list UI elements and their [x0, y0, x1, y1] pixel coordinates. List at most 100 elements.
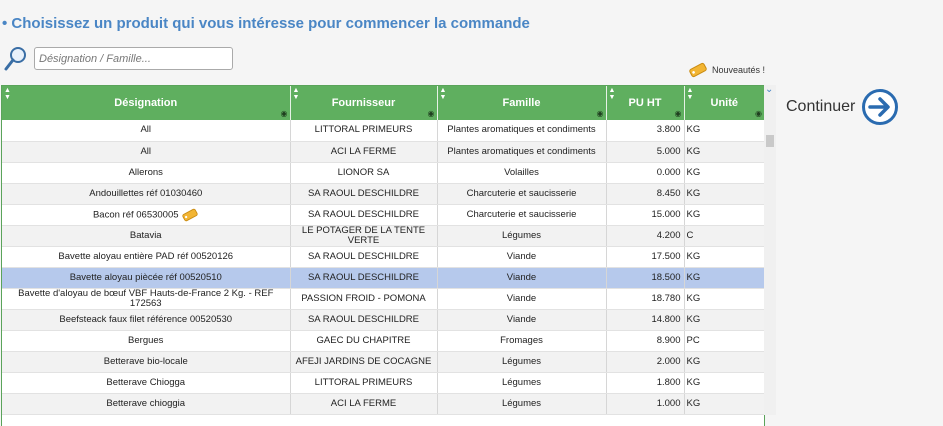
- filter-icon[interactable]: ◉: [597, 110, 604, 118]
- column-header-fournisseur[interactable]: ▲ ▼ Fournisseur ◉: [290, 86, 438, 120]
- table-row[interactable]: Bergues GAEC DU CHAPITRE Fromages 8.900 PC: [2, 330, 764, 352]
- cell-text: KG: [686, 271, 701, 283]
- cell-text: 15.000: [651, 208, 681, 220]
- family-cell: Viande: [437, 267, 607, 289]
- continue-label: Continuer: [786, 98, 856, 115]
- table-row[interactable]: Bavette aloyau piècée réf 00520510 SA RAO…: [2, 267, 764, 289]
- supplier-cell: SA RAOUL DESCHILDRE: [290, 183, 438, 205]
- table-row[interactable]: Bavette d'aloyau de bœuf VBF Hauts-de-Fr…: [2, 288, 764, 310]
- cell-text: KG: [686, 187, 701, 199]
- unit-cell: KG: [684, 267, 764, 289]
- cell-text: PASSION FROID - POMONA: [301, 292, 426, 304]
- filter-icon[interactable]: ◉: [428, 110, 435, 118]
- filter-icon[interactable]: ◉: [755, 110, 762, 118]
- product-grid: ▲ ▼ Désignation ◉ ▲ ▼ Fournisseur ◉ ▲ ▼ Famille ◉…: [1, 85, 765, 426]
- price-cell: 4.200: [606, 225, 685, 247]
- table-row[interactable]: All ACI LA FERME Plantes aromatiques et co…: [2, 141, 764, 163]
- cell-text: Charcuterie et saucisserie: [466, 187, 577, 199]
- sort-icon[interactable]: ▲ ▼: [293, 87, 300, 101]
- cell-text: KG: [686, 208, 701, 220]
- price-cell: 1.000: [606, 393, 685, 415]
- cell-text: KG: [686, 250, 701, 262]
- cell-text: SA RAOUL DESCHILDRE: [307, 187, 420, 199]
- table-row[interactable]: Betterave chioggia ACI LA FERME Légumes 1.0…: [2, 393, 764, 415]
- table-row[interactable]: Andouillettes réf 01030460 SA RAOUL DESCH…: [2, 183, 764, 205]
- unit-cell: KG: [684, 246, 764, 268]
- designation-cell: Bavette aloyau entière PAD réf 00520126: [2, 246, 291, 268]
- cell-text: ACI LA FERME: [330, 145, 397, 157]
- cell-text: 0.000: [656, 166, 681, 178]
- chevron-down-icon[interactable]: ⌄: [765, 85, 773, 95]
- table-row[interactable]: Beefsteack faux filet référence 00520530…: [2, 309, 764, 331]
- price-cell: 1.800: [606, 372, 685, 394]
- cell-text: Légumes: [501, 397, 542, 409]
- cell-text: Légumes: [501, 229, 542, 241]
- price-cell: 15.000: [606, 204, 685, 226]
- arrow-right-icon[interactable]: [861, 88, 899, 126]
- cell-text: Plantes aromatiques et condiments: [447, 124, 596, 136]
- table-row[interactable]: Bavette aloyau entière PAD réf 00520126 S…: [2, 246, 764, 268]
- filter-icon[interactable]: ◉: [281, 110, 288, 118]
- cell-text: 14.800: [651, 313, 681, 325]
- supplier-cell: LITTORAL PRIMEURS: [290, 120, 438, 142]
- sort-icon[interactable]: ▲ ▼: [4, 87, 11, 101]
- column-header-pu-ht[interactable]: ▲ ▼ PU HT ◉: [606, 86, 685, 120]
- table-row[interactable]: Betterave bio-locale AFEJI JARDINS DE COC…: [2, 351, 764, 373]
- designation-cell: Bergues: [2, 330, 291, 352]
- cell-text: AFEJI JARDINS DE COCAGNE: [295, 355, 432, 367]
- supplier-cell: SA RAOUL DESCHILDRE: [290, 246, 438, 268]
- new-items-label: Nouveautés !: [712, 65, 766, 75]
- unit-cell: KG: [684, 288, 764, 310]
- designation-cell: All: [2, 120, 291, 142]
- cell-text: C: [686, 229, 694, 241]
- designation-cell: Bacon réf 06530005: [2, 204, 291, 226]
- price-cell: 2.000: [606, 351, 685, 373]
- cell-text: Batavia: [129, 229, 162, 241]
- cell-text: Légumes: [501, 376, 542, 388]
- unit-cell: KG: [684, 309, 764, 331]
- cell-text: Volailles: [504, 166, 539, 178]
- unit-cell: KG: [684, 204, 764, 226]
- cell-text: KG: [686, 313, 701, 325]
- cell-text: GAEC DU CHAPITRE: [316, 334, 411, 346]
- cell-text: 18.780: [651, 292, 681, 304]
- designation-cell: Andouillettes réf 01030460: [2, 183, 291, 205]
- family-cell: Légumes: [437, 351, 607, 373]
- cell-text: KG: [686, 397, 701, 409]
- cell-text: 8.450: [656, 187, 681, 199]
- grid-scrollbar[interactable]: ⌄: [764, 85, 776, 415]
- search-input[interactable]: [34, 47, 233, 70]
- unit-cell: KG: [684, 351, 764, 373]
- table-row[interactable]: Bacon réf 06530005 SA RAOUL DESCHILDRE Cha…: [2, 204, 764, 226]
- sort-icon[interactable]: ▲ ▼: [440, 87, 447, 101]
- price-cell: 3.800: [606, 120, 685, 142]
- supplier-cell: LE POTAGER DE LA TENTE VERTE: [290, 225, 438, 247]
- product-rows: All LITTORAL PRIMEURS Plantes aromatiques …: [2, 120, 764, 415]
- sort-icon[interactable]: ▲ ▼: [609, 87, 616, 101]
- table-row[interactable]: Batavia LE POTAGER DE LA TENTE VERTE Légum…: [2, 225, 764, 247]
- supplier-cell: ACI LA FERME: [290, 141, 438, 163]
- filter-icon[interactable]: ◉: [675, 110, 682, 118]
- column-header-designation[interactable]: ▲ ▼ Désignation ◉: [2, 86, 291, 120]
- cell-text: 4.200: [656, 229, 681, 241]
- cell-text: SA RAOUL DESCHILDRE: [307, 208, 420, 220]
- cell-text: Bavette d'aloyau de bœuf VBF Hauts-de-Fr…: [18, 288, 274, 309]
- supplier-cell: LITTORAL PRIMEURS: [290, 372, 438, 394]
- scroll-thumb[interactable]: [766, 135, 774, 147]
- family-cell: Légumes: [437, 393, 607, 415]
- column-header-unite[interactable]: ▲ ▼ Unité ◉: [684, 86, 764, 120]
- cell-text: Betterave bio-locale: [103, 355, 188, 367]
- table-row[interactable]: Allerons LIONOR SA Volailles 0.000 KG: [2, 162, 764, 184]
- supplier-cell: GAEC DU CHAPITRE: [290, 330, 438, 352]
- sort-icon[interactable]: ▲ ▼: [687, 87, 694, 101]
- designation-cell: Batavia: [2, 225, 291, 247]
- family-cell: Fromages: [437, 330, 607, 352]
- table-row[interactable]: Betterave Chiogga LITTORAL PRIMEURS Légume…: [2, 372, 764, 394]
- cell-text: 17.500: [651, 250, 681, 262]
- family-cell: Viande: [437, 288, 607, 310]
- magnifier-icon[interactable]: [4, 46, 28, 72]
- supplier-cell: ACI LA FERME: [290, 393, 438, 415]
- column-label: Unité: [710, 97, 739, 109]
- column-header-famille[interactable]: ▲ ▼ Famille ◉: [437, 86, 607, 120]
- table-row[interactable]: All LITTORAL PRIMEURS Plantes aromatiques …: [2, 120, 764, 142]
